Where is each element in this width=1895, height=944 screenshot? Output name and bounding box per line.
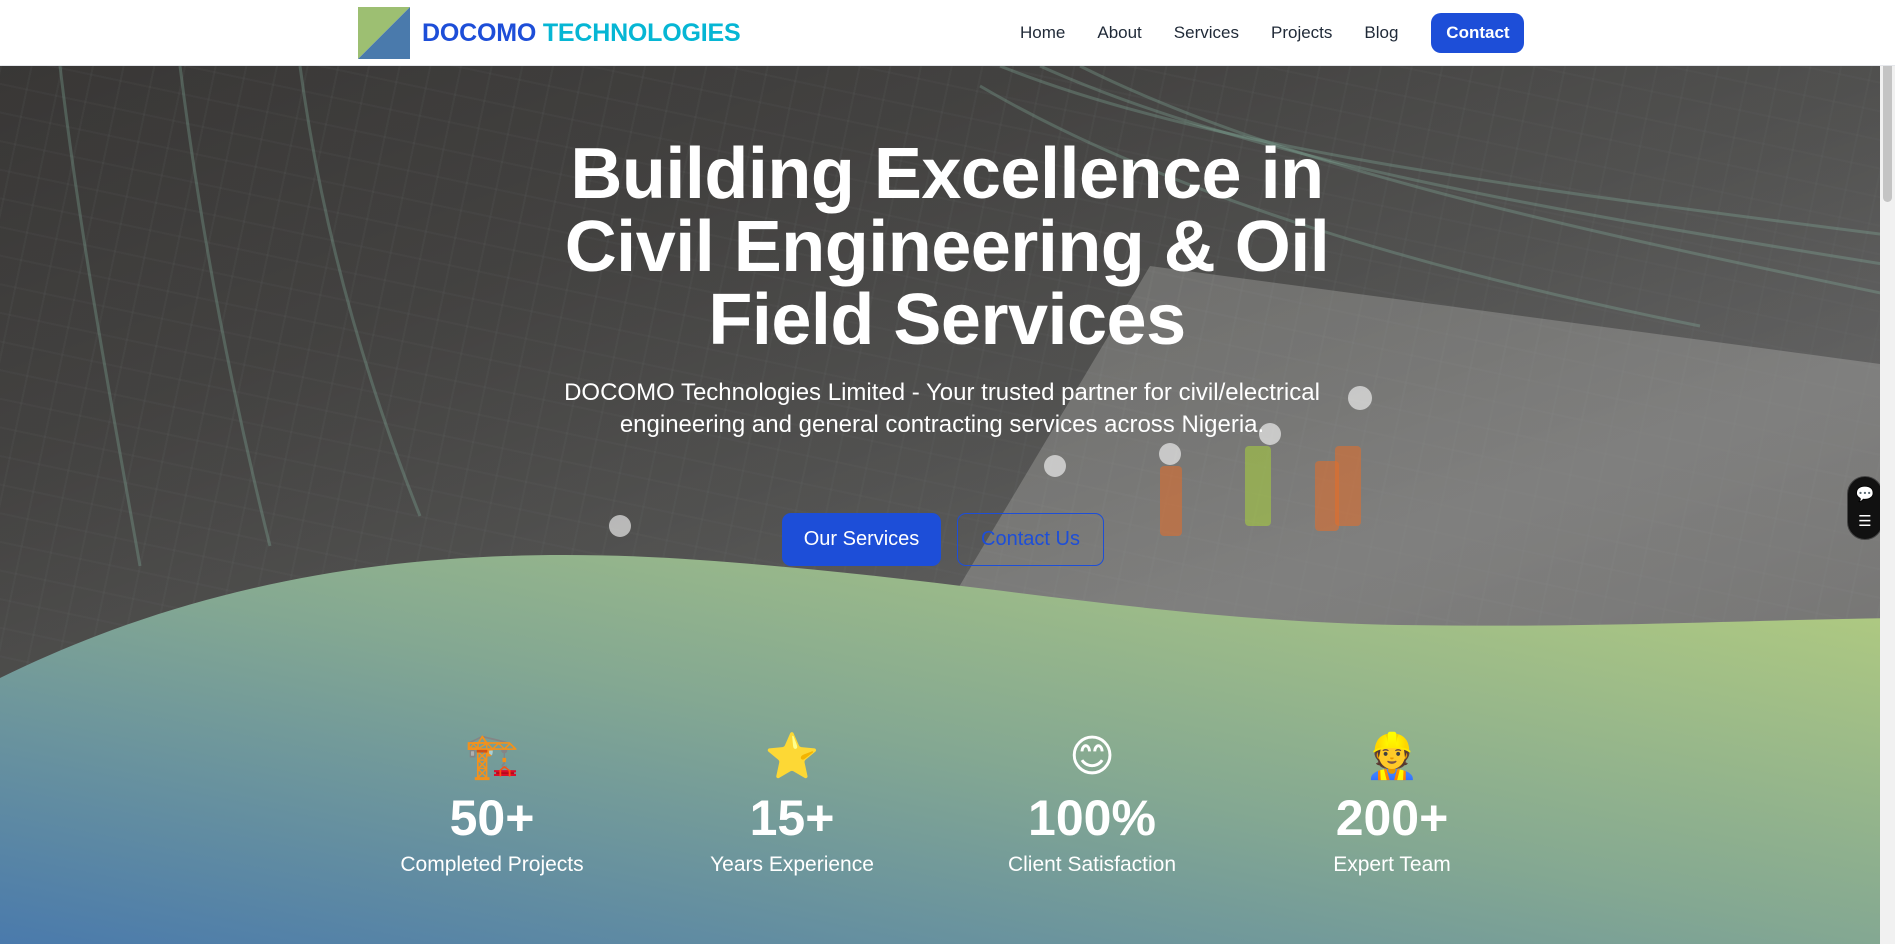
stat-label: Completed Projects <box>400 853 584 876</box>
logo-mark-icon <box>358 7 410 59</box>
nav-home[interactable]: Home <box>1020 23 1065 43</box>
stat-value: 50+ <box>449 790 535 846</box>
star-icon: ⭐ <box>764 732 820 781</box>
hero-title-line2: Civil Engineering & Oil <box>564 207 1330 287</box>
brand-name-part1: DOCOMO <box>422 18 537 47</box>
stat-label: Expert Team <box>1333 853 1451 876</box>
brand-logo[interactable]: DOCOMO TECHNOLOGIES <box>358 7 741 59</box>
smile-icon: 😊 <box>1069 732 1115 781</box>
stats-section: 🏗️ 50+ Completed Projects ⭐ 15+ Years Ex… <box>0 730 1895 910</box>
nav-contact-button[interactable]: Contact <box>1431 13 1525 53</box>
page-scrollbar[interactable] <box>1880 0 1895 944</box>
brand-name-part2: TECHNOLOGIES <box>542 18 741 47</box>
worker-icon: 👷 <box>1364 732 1420 781</box>
stat-label: Client Satisfaction <box>1007 853 1177 876</box>
nav-projects[interactable]: Projects <box>1271 23 1332 43</box>
main-nav: Home About Services Projects Blog Contac… <box>1020 13 1525 53</box>
hero-subtitle: DOCOMO Technologies Limited - Your trust… <box>564 379 1320 438</box>
stat-label: Years Experience <box>710 853 874 876</box>
stat-client-satisfaction: 😊 100% Client Satisfaction <box>942 730 1242 880</box>
nav-services[interactable]: Services <box>1174 23 1239 43</box>
stat-value: 200+ <box>1335 790 1449 846</box>
stat-value: 15+ <box>749 790 835 846</box>
brand-name: DOCOMO TECHNOLOGIES <box>422 18 741 48</box>
stat-expert-team: 👷 200+ Expert Team <box>1242 730 1542 880</box>
chat-icon[interactable]: 💬 <box>1856 486 1875 504</box>
hero-title-line3: Field Services <box>708 280 1186 360</box>
floating-side-widget: 💬 ☰ <box>1847 476 1883 540</box>
hero-title: Building Excellence in Civil Engineering… <box>447 138 1447 357</box>
nav-blog[interactable]: Blog <box>1364 23 1398 43</box>
menu-icon[interactable]: ☰ <box>1858 513 1871 531</box>
stat-years-experience: ⭐ 15+ Years Experience <box>642 730 942 880</box>
crane-icon: 🏗️ <box>464 732 520 781</box>
hero-title-line1: Building Excellence in <box>570 134 1324 214</box>
site-header: DOCOMO TECHNOLOGIES Home About Services … <box>0 0 1895 66</box>
stat-value: 100% <box>1028 790 1156 846</box>
stat-completed-projects: 🏗️ 50+ Completed Projects <box>342 730 642 880</box>
nav-about[interactable]: About <box>1097 23 1141 43</box>
